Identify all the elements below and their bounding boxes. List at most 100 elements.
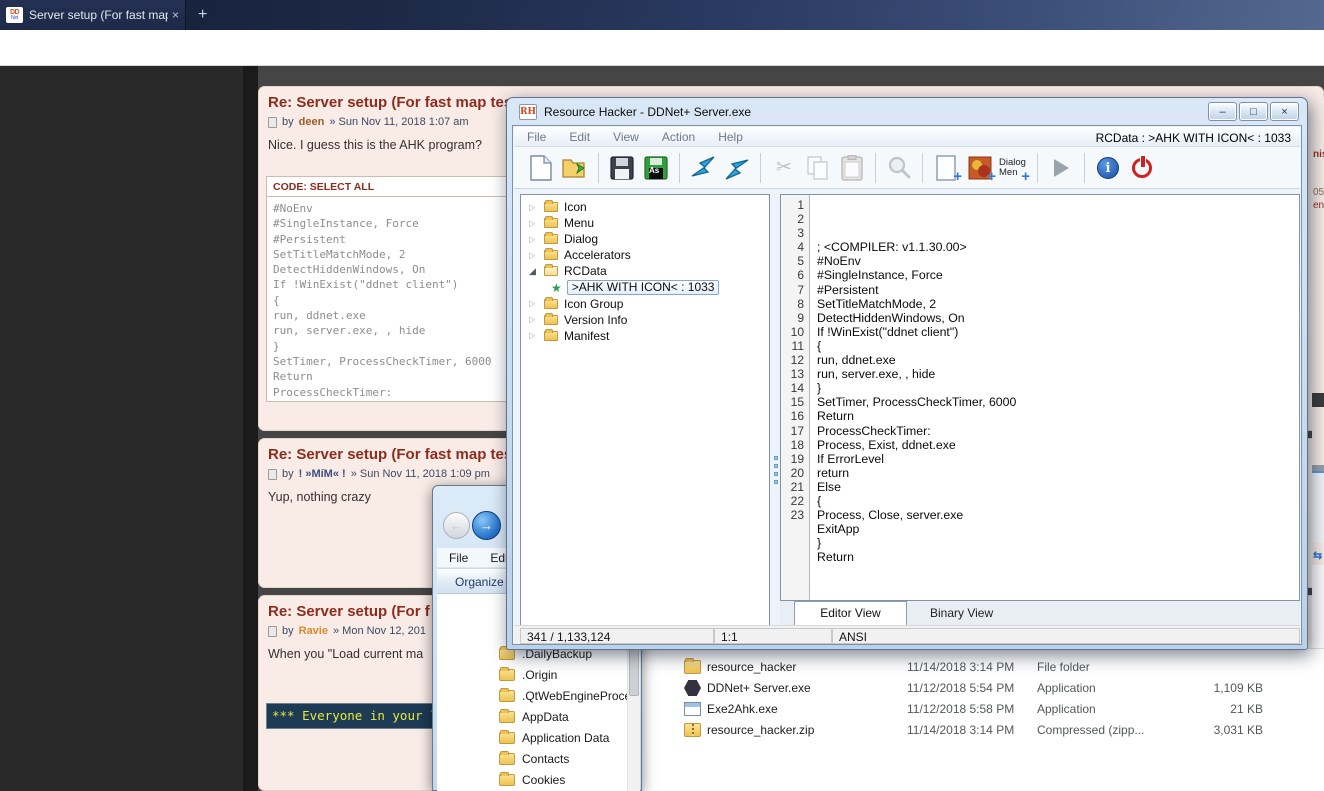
decompile-button[interactable] [686,151,720,185]
rh-code-editor[interactable]: 1 2 3 4 5 6 7 8 9 10 11 12 13 14 15 16 17 18 19 20 21 22 23 ; … [780,194,1300,601]
folder-name[interactable]: .Origin [522,668,557,682]
tree-item-label[interactable]: Accelerators [564,248,631,262]
tab-editor-view[interactable]: Editor View [794,601,907,625]
splitter-grip[interactable] [773,456,778,496]
open-file-button[interactable] [558,151,592,185]
rh-title-bar[interactable]: RH Resource Hacker - DDNet+ Server.exe [507,98,1307,125]
add-resource-button[interactable]: + [929,151,963,185]
tab-binary-view[interactable]: Binary View [930,606,993,620]
file-row[interactable]: resource_hacker.zip 11/14/2018 3:14 PM C… [642,720,1324,740]
back-button[interactable]: ← [443,512,470,539]
file-row[interactable]: DDNet+ Server.exe 11/12/2018 5:54 PM App… [642,678,1324,698]
find-button[interactable] [882,151,916,185]
folder-row[interactable]: Application Data [437,727,623,748]
code-content[interactable]: #NoEnv #SingleInstance, Force #Persisten… [267,197,512,400]
folder-name[interactable]: AppData [522,710,569,724]
about-button[interactable]: i [1091,151,1125,185]
post-2-title[interactable]: Re: Server setup (For fast map tes [268,446,512,463]
tree-item[interactable]: ★ >AHK WITH ICON< : 1033 [521,279,769,296]
tree-expand-icon[interactable] [529,251,544,260]
rh-menu-view[interactable]: View [613,130,639,146]
folder-row[interactable]: Cookies [437,769,623,790]
post-1-author-link[interactable]: deen [299,116,325,128]
line-number: 1 [797,198,804,212]
post-2-date: » Sun Nov 11, 2018 1:09 pm [350,468,490,480]
tree-item[interactable]: ★ Icon Group [521,296,769,312]
folder-row[interactable]: AppData [437,706,623,727]
folder-name[interactable]: Contacts [522,752,569,766]
tree-item-label[interactable]: RCData [564,264,607,278]
tree-item[interactable]: ★ Version Info [521,312,769,328]
file-name[interactable]: DDNet+ Server.exe [707,681,907,695]
rh-menu-edit[interactable]: Edit [569,130,590,146]
browser-tab[interactable]: DD Net Server setup (For fast map × [0,0,186,30]
tree-item[interactable]: ★ Dialog [521,231,769,247]
rh-menu-action[interactable]: Action [662,130,695,146]
folder-name[interactable]: .QtWebEngineProce [522,689,631,703]
code-lines[interactable]: ; <COMPILER: v1.1.30.00> #NoEnv #SingleIns… [817,198,1016,564]
tree-expand-icon[interactable] [529,235,544,244]
forward-button[interactable]: → [472,511,501,540]
maximize-button[interactable]: □ [1239,102,1268,121]
file-name[interactable]: resource_hacker [707,660,907,674]
tree-expand-icon[interactable] [529,266,544,277]
tree-item-label[interactable]: >AHK WITH ICON< : 1033 [566,280,720,296]
file-date-modified: 11/14/2018 3:14 PM [907,660,1015,674]
exit-button[interactable] [1125,151,1159,185]
tree-item-label[interactable]: Menu [564,216,594,230]
post-3-author-link[interactable]: Ravie [299,625,328,637]
tree-expand-icon[interactable] [529,203,544,212]
post-1-title[interactable]: Re: Server setup (For fast map tes [268,94,512,111]
minimize-button[interactable]: – [1208,102,1237,121]
add-image-button[interactable]: + [963,151,997,185]
code-select-all-link[interactable]: CODE: SELECT ALL [267,177,512,197]
tree-item[interactable]: ★ RCData [521,263,769,279]
organize-button[interactable]: Organize [455,575,504,589]
tree-item-label[interactable]: Manifest [564,329,609,343]
paste-button[interactable] [835,151,869,185]
post-2-author-link[interactable]: ! »MíM« ! [299,468,346,480]
close-button[interactable]: × [1270,102,1299,121]
tree-item-label[interactable]: Icon [564,200,587,214]
save-button[interactable] [605,151,639,185]
compile-button[interactable] [720,151,754,185]
file-row[interactable]: resource_hacker 11/14/2018 3:14 PM File … [642,657,1324,677]
dialog-menu-button[interactable]: Dialog Men + [997,151,1031,185]
line-number: 5 [797,254,804,269]
tree-item-label[interactable]: Version Info [564,313,627,327]
file-row[interactable]: Exe2Ahk.exe 11/12/2018 5:58 PM Applicati… [642,699,1324,719]
toolbar-separator [598,152,599,183]
tree-item-label[interactable]: Dialog [564,232,598,246]
rh-menu-file[interactable]: File [527,130,546,146]
tree-expand-icon[interactable] [529,219,544,228]
tree-item[interactable]: ★ Menu [521,215,769,231]
rh-menu-help[interactable]: Help [718,130,743,146]
copy-button[interactable] [801,151,835,185]
folder-row[interactable]: .QtWebEngineProce [437,685,631,706]
tree-item[interactable]: ★ Icon [521,199,769,215]
tree-expand-icon[interactable] [529,331,544,340]
code-line: } [817,536,822,551]
byline-by: by [282,116,294,128]
folder-name[interactable]: Cookies [522,773,565,787]
tree-item-label[interactable]: Icon Group [564,297,623,311]
run-button[interactable] [1044,151,1078,185]
file-name[interactable]: resource_hacker.zip [707,723,907,737]
line-number: 22 [790,493,804,508]
tree-item[interactable]: ★ Manifest [521,328,769,344]
new-file-button[interactable] [524,151,558,185]
explorer-menu-file[interactable]: File [449,551,468,567]
post-3-title[interactable]: Re: Server setup (For f [268,603,430,620]
folder-row[interactable]: .Origin [437,664,623,685]
file-name[interactable]: Exe2Ahk.exe [707,702,907,716]
cut-button[interactable]: ✂ [767,151,801,185]
folder-name[interactable]: Application Data [522,731,609,745]
save-as-button[interactable]: As [639,151,673,185]
folder-row[interactable]: Contacts [437,748,623,769]
tree-expand-icon[interactable] [529,315,544,324]
new-tab-button[interactable]: + [198,5,207,25]
tree-expand-icon[interactable] [529,299,544,308]
tree-item[interactable]: ★ Accelerators [521,247,769,263]
tab-close-icon[interactable]: × [172,8,179,22]
status-encoding: ANSI [832,628,1300,644]
